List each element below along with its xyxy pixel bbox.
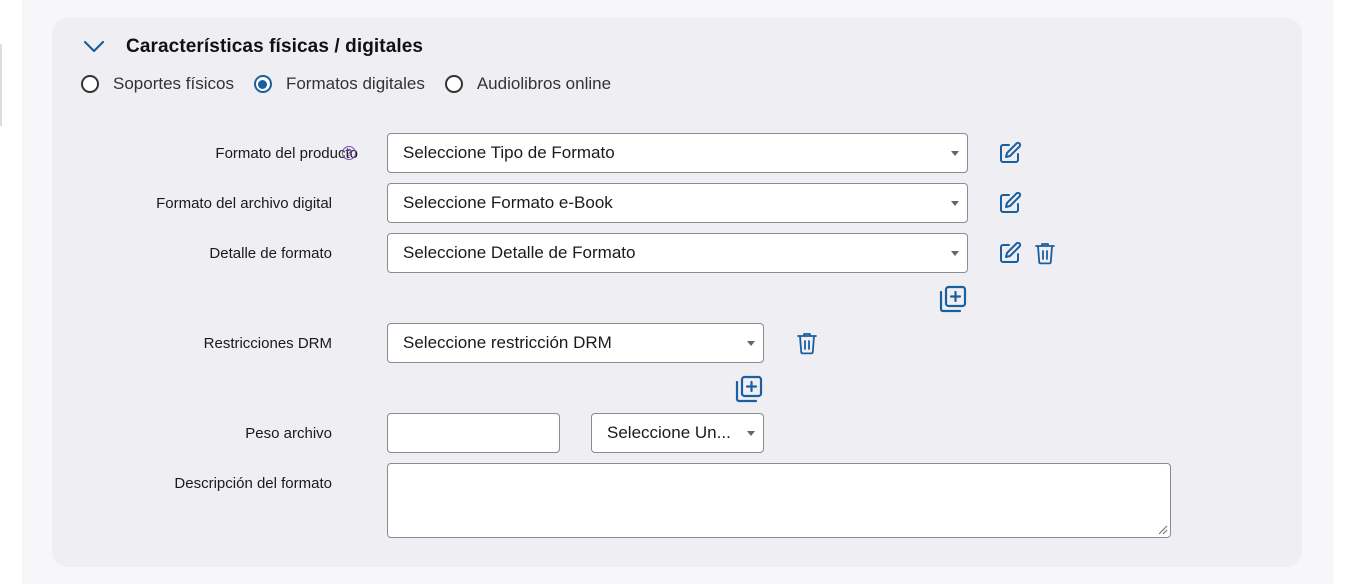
radio-formatos-digitales[interactable]: Formatos digitales [253,74,425,94]
restricciones-drm-label: Restricciones DRM [203,335,332,352]
chevron-down-icon[interactable] [82,35,106,59]
section-header[interactable]: Características físicas / digitales [82,34,423,60]
restricciones-drm-value: Seleccione restricción DRM [403,333,612,352]
add-copy-icon[interactable] [938,284,968,314]
formato-producto-label: Formato del producto [215,145,358,162]
dropdown-caret-icon [951,251,959,256]
dropdown-caret-icon [951,151,959,156]
radio-label: Audiolibros online [476,74,612,93]
edit-icon[interactable] [997,240,1023,266]
format-type-radio-group: Soportes físicos Formatos digitales Audi… [81,72,631,96]
radio-button[interactable] [444,75,463,93]
descripcion-formato-label: Descripción del formato [174,475,332,492]
radio-audiolibros-online[interactable]: Audiolibros online [444,74,612,94]
trash-icon[interactable] [794,330,820,356]
trash-icon[interactable] [1032,240,1058,266]
formato-producto-value: Seleccione Tipo de Formato [403,143,615,162]
detalle-formato-value: Seleccione Detalle de Formato [403,243,636,262]
radio-button[interactable] [81,75,99,93]
descripcion-formato-textarea[interactable] [387,463,1171,538]
dropdown-caret-icon [747,341,755,346]
resize-grip-icon[interactable] [1156,523,1168,535]
radio-button-checked[interactable] [253,75,272,93]
add-copy-icon[interactable] [734,374,764,404]
peso-unidad-value: Seleccione Un... [607,423,731,442]
detalle-formato-label: Detalle de formato [209,245,332,262]
peso-unidad-select[interactable]: Seleccione Un... [591,413,764,453]
peso-archivo-label: Peso archivo [245,425,332,442]
restricciones-drm-select[interactable]: Seleccione restricción DRM [387,323,764,363]
section-title: Características físicas / digitales [126,36,424,57]
radio-soportes-fisicos[interactable]: Soportes físicos [81,74,234,94]
edit-icon[interactable] [997,140,1023,166]
formato-archivo-label: Formato del archivo digital [156,195,332,212]
formato-archivo-value: Seleccione Formato e-Book [403,193,613,212]
detalle-formato-select[interactable]: Seleccione Detalle de Formato [387,233,968,273]
help-icon[interactable]: ? [342,146,356,160]
radio-label: Formatos digitales [285,74,425,93]
left-edge-divider [0,44,2,126]
dropdown-caret-icon [747,431,755,436]
edit-icon[interactable] [997,190,1023,216]
peso-archivo-input[interactable] [387,413,560,453]
formato-producto-select[interactable]: Seleccione Tipo de Formato [387,133,968,173]
dropdown-caret-icon [951,201,959,206]
radio-label: Soportes físicos [113,74,234,93]
formato-archivo-select[interactable]: Seleccione Formato e-Book [387,183,968,223]
